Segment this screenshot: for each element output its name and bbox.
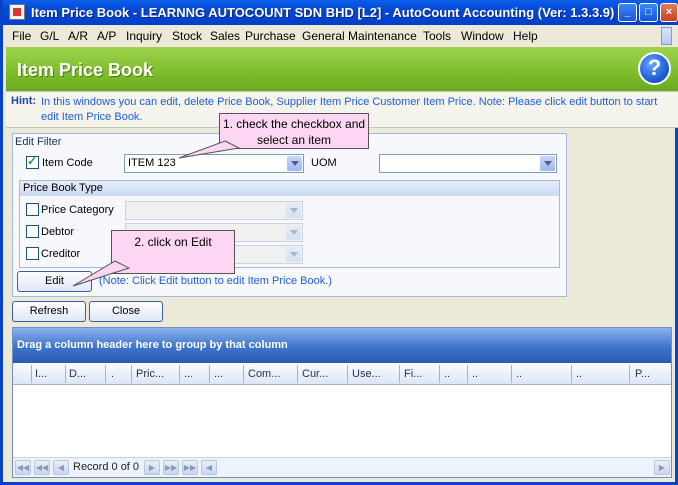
price-category-checkbox[interactable] [26,203,39,216]
group-by-hint: Drag a column header here to group by th… [17,339,288,351]
debtor-label: Debtor [41,226,75,238]
edit-note: (Note: Click Edit button to edit Item Pr… [99,275,332,287]
menu-scroll-button[interactable] [661,27,672,45]
record-count: Record 0 of 0 [73,461,140,473]
creditor-label: Creditor [41,248,81,260]
column-header[interactable]: .. [576,368,582,380]
column-header[interactable]: Use... [352,368,381,380]
menu-bar: File G/L A/R A/P Inquiry Stock Sales Pur… [6,25,678,47]
column-header[interactable]: D... [69,368,86,380]
close-window-button[interactable]: × [660,3,678,22]
column-header[interactable]: .. [516,368,522,380]
chevron-down-icon[interactable] [540,156,555,171]
hint-label: Hint: [11,95,37,107]
column-header[interactable]: ... [184,368,193,380]
scroll-left-icon[interactable]: ◀ [201,460,217,475]
next-page-icon[interactable]: ▶▶ [163,460,179,475]
column-header[interactable]: Com... [248,368,280,380]
chevron-down-icon [286,225,301,240]
menu-inquiry[interactable]: Inquiry [126,29,162,43]
page-banner: Item Price Book ? [6,47,678,91]
refresh-button[interactable]: Refresh [12,301,86,322]
chevron-down-icon[interactable] [287,156,302,171]
column-header[interactable]: .. [472,368,478,380]
uom-select[interactable] [379,154,557,173]
help-icon[interactable]: ? [638,52,671,85]
app-icon[interactable] [9,4,25,20]
column-header[interactable]: P... [635,368,650,380]
column-header[interactable]: . [111,368,114,380]
column-header[interactable]: Fi... [404,368,422,380]
menu-ar[interactable]: A/R [68,29,88,43]
minimize-button[interactable]: _ [618,3,637,22]
price-book-type-caption: Price Book Type [20,181,559,196]
scroll-right-icon[interactable]: ▶ [654,460,670,475]
callout-step-1: 1. check the checkbox and select an item [219,113,369,149]
menu-tools[interactable]: Tools [423,29,451,43]
app-window: Item Price Book - LEARNNG AUTOCOUNT SDN … [0,0,678,485]
record-navigator: ◀◀ ◀◀ ◀ Record 0 of 0 ▶ ▶▶ ▶▶ ◀ ▶ [13,457,671,477]
column-header[interactable]: I... [35,368,47,380]
page-title: Item Price Book [17,60,154,80]
menu-window[interactable]: Window [461,29,504,43]
price-book-type-group: Price Book Type Price Category Debtor Cr… [19,180,560,268]
uom-label: UOM [311,157,337,169]
menu-help[interactable]: Help [513,29,538,43]
close-button[interactable]: Close [89,301,163,322]
callout-step-2: 2. click on Edit [111,230,235,274]
window-title: Item Price Book - LEARNNG AUTOCOUNT SDN … [31,5,615,20]
price-category-label: Price Category [41,204,114,216]
item-code-checkbox[interactable] [26,154,39,169]
menu-purchase[interactable]: Purchase [245,29,296,43]
chevron-down-icon [286,203,301,218]
menu-file[interactable]: File [12,29,31,43]
edit-filter-caption: Edit Filter [15,136,62,148]
menu-gl[interactable]: G/L [40,29,59,43]
item-code-select[interactable]: ITEM 123 [124,154,304,173]
first-record-icon[interactable]: ◀◀ [15,460,31,475]
menu-general-maintenance[interactable]: General Maintenance [302,29,417,43]
column-header[interactable]: Pric... [136,368,164,380]
column-header-row: I... D... . Pric... ... ... Com... Cur..… [13,363,671,385]
creditor-checkbox[interactable] [26,247,39,260]
item-code-value: ITEM 123 [128,157,176,169]
menu-sales[interactable]: Sales [210,29,240,43]
price-category-select[interactable] [125,201,303,220]
prev-page-icon[interactable]: ◀◀ [34,460,50,475]
item-code-label: Item Code [42,157,93,169]
group-by-panel[interactable]: Drag a column header here to group by th… [13,328,671,363]
next-record-icon[interactable]: ▶ [144,460,160,475]
debtor-checkbox[interactable] [26,225,39,238]
column-header[interactable]: .. [444,368,450,380]
menu-ap[interactable]: A/P [97,29,116,43]
chevron-down-icon [286,247,301,262]
prev-record-icon[interactable]: ◀ [53,460,69,475]
column-header[interactable]: Cur... [302,368,328,380]
title-bar[interactable]: Item Price Book - LEARNNG AUTOCOUNT SDN … [3,0,678,25]
maximize-button[interactable]: □ [639,3,658,22]
menu-stock[interactable]: Stock [172,29,202,43]
price-book-grid: Drag a column header here to group by th… [12,327,672,478]
edit-button[interactable]: Edit [17,271,92,292]
last-record-icon[interactable]: ▶▶ [182,460,198,475]
column-header[interactable]: ... [214,368,223,380]
